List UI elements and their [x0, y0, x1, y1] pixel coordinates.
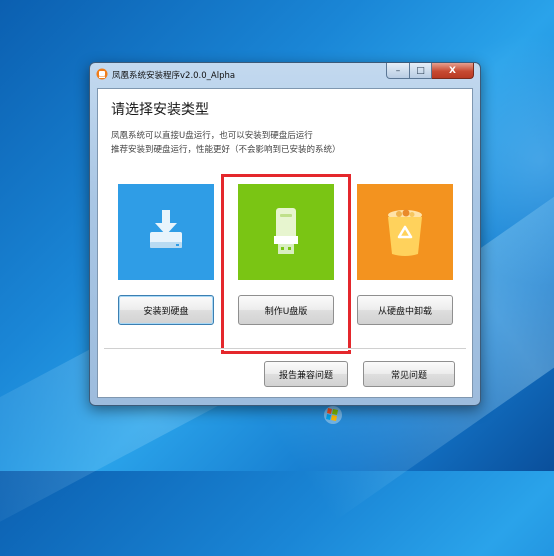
title-bar[interactable]: 凤凰系统安装程序v2.0.0_Alpha – □ X — [90, 63, 480, 85]
faq-button[interactable]: 常见问题 — [363, 361, 455, 387]
highlight-box — [221, 174, 351, 354]
uninstall-from-disk-button[interactable]: 从硬盘中卸载 — [357, 295, 453, 325]
close-button[interactable]: X — [432, 63, 474, 79]
phoenix-app-icon — [96, 68, 108, 80]
uninstall-card[interactable] — [357, 184, 453, 280]
divider — [104, 348, 466, 350]
make-usb-button[interactable]: 制作U盘版 — [238, 295, 334, 325]
caption-buttons: – □ X — [386, 63, 474, 79]
drive-download-icon — [150, 210, 182, 248]
description-line-1: 凤凰系统可以直接U盘运行，也可以安装到硬盘后运行 — [111, 131, 313, 141]
description-line-2: 推荐安装到硬盘运行，性能更好（不会影响到已安装的系统） — [111, 145, 341, 155]
minimize-button[interactable]: – — [386, 63, 410, 79]
dialog-content: 请选择安装类型 凤凰系统可以直接U盘运行，也可以安装到硬盘后运行 推荐安装到硬盘… — [97, 88, 473, 398]
maximize-button[interactable]: □ — [410, 63, 432, 79]
page-title: 请选择安装类型 — [111, 102, 209, 118]
installer-window: 凤凰系统安装程序v2.0.0_Alpha – □ X 请选择安装类型 凤凰系统可… — [89, 62, 481, 406]
window-title: 凤凰系统安装程序v2.0.0_Alpha — [112, 71, 236, 81]
report-compat-button[interactable]: 报告兼容问题 — [264, 361, 348, 387]
install-to-disk-card[interactable] — [118, 184, 214, 280]
recycle-bin-icon — [388, 209, 422, 256]
install-to-disk-button[interactable]: 安装到硬盘 — [118, 295, 214, 325]
